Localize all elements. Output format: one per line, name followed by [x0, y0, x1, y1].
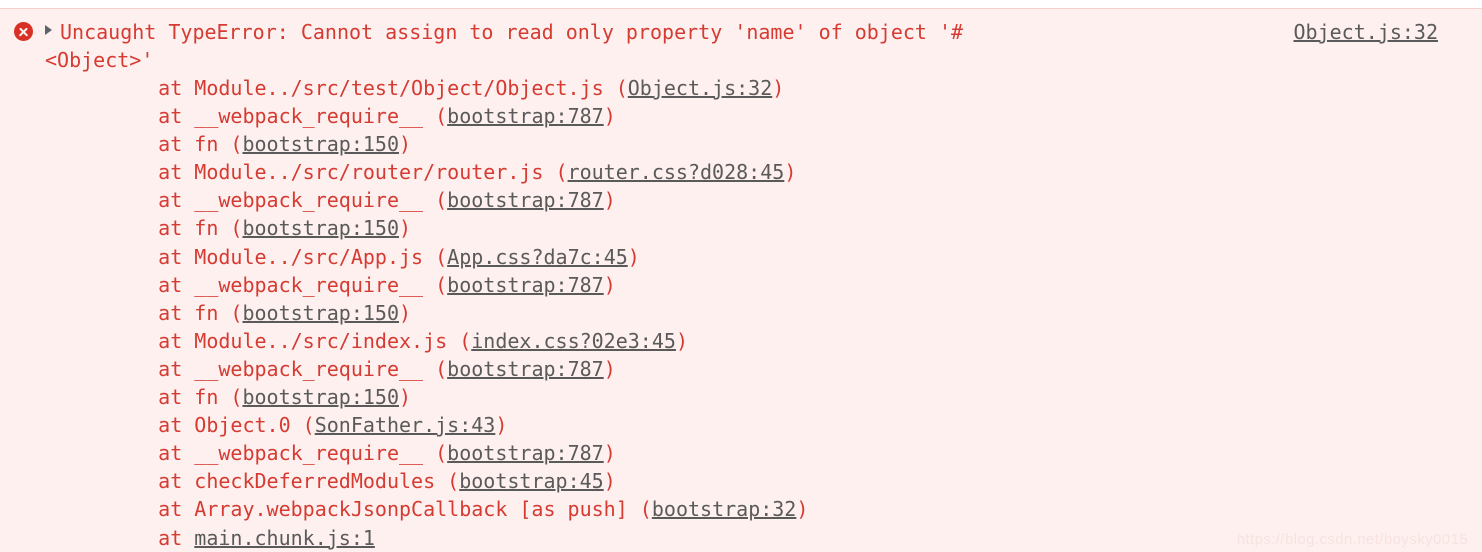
stack-frame-function: at fn ( — [110, 300, 243, 325]
stack-frame-function: at __webpack_require__ ( — [110, 104, 448, 129]
stack-frame-source-link[interactable]: bootstrap:787 — [447, 357, 604, 381]
error-stack-trace: at Module../src/test/Object/Object.js (O… — [110, 74, 1450, 552]
stack-trace-line: at __webpack_require__ (bootstrap:787) — [110, 355, 1450, 383]
stack-frame-source-link[interactable]: bootstrap:32 — [652, 497, 797, 521]
stack-frame-paren: ) — [603, 188, 616, 213]
stack-frame-function: at Module../src/test/Object/Object.js ( — [110, 76, 628, 100]
stack-trace-line: at __webpack_require__ (bootstrap:787) — [110, 102, 1450, 130]
stack-frame-function: at fn ( — [110, 385, 243, 410]
stack-frame-paren: ) — [399, 300, 412, 325]
stack-trace-line: at Module../src/test/Object/Object.js (O… — [110, 74, 1450, 102]
stack-frame-paren: ) — [603, 272, 616, 297]
stack-frame-source-link[interactable]: Object.js:32 — [628, 76, 773, 100]
stack-frame-paren: ) — [495, 413, 508, 438]
stack-frame-source-link[interactable]: bootstrap:150 — [242, 385, 399, 409]
stack-trace-line: at Module../src/router/router.js (router… — [110, 158, 1450, 186]
stack-frame-paren: ) — [399, 216, 412, 241]
stack-frame-function: at __webpack_require__ ( — [110, 441, 448, 466]
stack-frame-paren: ) — [627, 244, 640, 269]
error-source-link[interactable]: Object.js:32 — [1294, 18, 1439, 46]
stack-trace-line: at checkDeferredModules (bootstrap:45) — [110, 467, 1450, 495]
stack-frame-paren: ) — [603, 441, 616, 466]
stack-frame-paren: ) — [603, 469, 616, 494]
stack-trace-line: at __webpack_require__ (bootstrap:787) — [110, 186, 1450, 214]
stack-frame-source-link[interactable]: bootstrap:45 — [459, 469, 604, 493]
stack-frame-function: at Module../src/App.js ( — [110, 244, 448, 269]
watermark: https://blog.csdn.net/boysky0015 — [1236, 531, 1468, 548]
console-error-entry[interactable]: Uncaught TypeError: Cannot assign to rea… — [0, 8, 1482, 552]
stack-frame-source-link[interactable]: router.css?d028:45 — [568, 160, 785, 184]
stack-frame-paren: ) — [796, 497, 809, 522]
stack-trace-line: at fn (bootstrap:150) — [110, 383, 1450, 411]
stack-trace-line: at fn (bootstrap:150) — [110, 299, 1450, 327]
stack-frame-function: at __webpack_require__ ( — [110, 188, 448, 213]
stack-frame-paren: ) — [784, 160, 797, 185]
stack-frame-function: at __webpack_require__ ( — [110, 356, 448, 381]
stack-frame-function: at Object.0 ( — [110, 413, 315, 438]
stack-frame-function: at Module../src/router/router.js ( — [110, 160, 568, 185]
stack-frame-function: at Array.webpackJsonpCallback [as push] … — [110, 497, 652, 522]
stack-frame-paren: ) — [603, 356, 616, 381]
stack-trace-line: at __webpack_require__ (bootstrap:787) — [110, 439, 1450, 467]
stack-frame-source-link[interactable]: index.css?02e3:45 — [471, 329, 676, 353]
stack-trace-line: at Array.webpackJsonpCallback [as push] … — [110, 495, 1450, 523]
stack-frame-source-link[interactable]: main.chunk.js:1 — [194, 526, 375, 550]
stack-frame-function: at fn ( — [110, 132, 243, 157]
stack-trace-line: at __webpack_require__ (bootstrap:787) — [110, 271, 1450, 299]
stack-trace-line: at Module../src/index.js (index.css?02e3… — [110, 327, 1450, 355]
stack-frame-source-link[interactable]: bootstrap:150 — [242, 216, 399, 240]
error-message-text-wrapped: <Object>' — [45, 48, 154, 72]
stack-frame-source-link[interactable]: App.css?da7c:45 — [447, 245, 628, 269]
devtools-console-panel: Uncaught TypeError: Cannot assign to rea… — [0, 0, 1482, 552]
stack-frame-function: at fn ( — [110, 216, 243, 241]
stack-frame-function: at checkDeferredModules ( — [110, 469, 460, 494]
stack-trace-line: at Module../src/App.js (App.css?da7c:45) — [110, 243, 1450, 271]
error-circle-icon — [14, 22, 33, 41]
stack-frame-paren: ) — [675, 328, 688, 353]
stack-trace-line: at fn (bootstrap:150) — [110, 130, 1450, 158]
stack-frame-source-link[interactable]: bootstrap:787 — [447, 104, 604, 128]
stack-frame-function: at __webpack_require__ ( — [110, 272, 448, 297]
stack-frame-source-link[interactable]: bootstrap:787 — [447, 441, 604, 465]
stack-frame-source-link[interactable]: bootstrap:787 — [447, 273, 604, 297]
stack-frame-paren: ) — [399, 385, 412, 410]
stack-frame-source-link[interactable]: bootstrap:150 — [242, 132, 399, 156]
stack-frame-source-link[interactable]: bootstrap:787 — [447, 188, 604, 212]
disclosure-triangle-icon[interactable] — [45, 25, 52, 35]
stack-trace-line: at fn (bootstrap:150) — [110, 214, 1450, 242]
stack-frame-function: at Module../src/index.js ( — [110, 328, 472, 353]
stack-frame-function: at — [110, 525, 195, 550]
stack-frame-source-link[interactable]: SonFather.js:43 — [315, 413, 496, 437]
stack-frame-source-link[interactable]: bootstrap:150 — [242, 301, 399, 325]
console-top-gutter — [0, 0, 1482, 8]
stack-frame-paren: ) — [772, 76, 785, 100]
error-message-text: Uncaught TypeError: Cannot assign to rea… — [60, 20, 964, 44]
stack-trace-line: at Object.0 (SonFather.js:43) — [110, 411, 1450, 439]
stack-frame-paren: ) — [603, 104, 616, 129]
stack-frame-paren: ) — [399, 132, 412, 157]
